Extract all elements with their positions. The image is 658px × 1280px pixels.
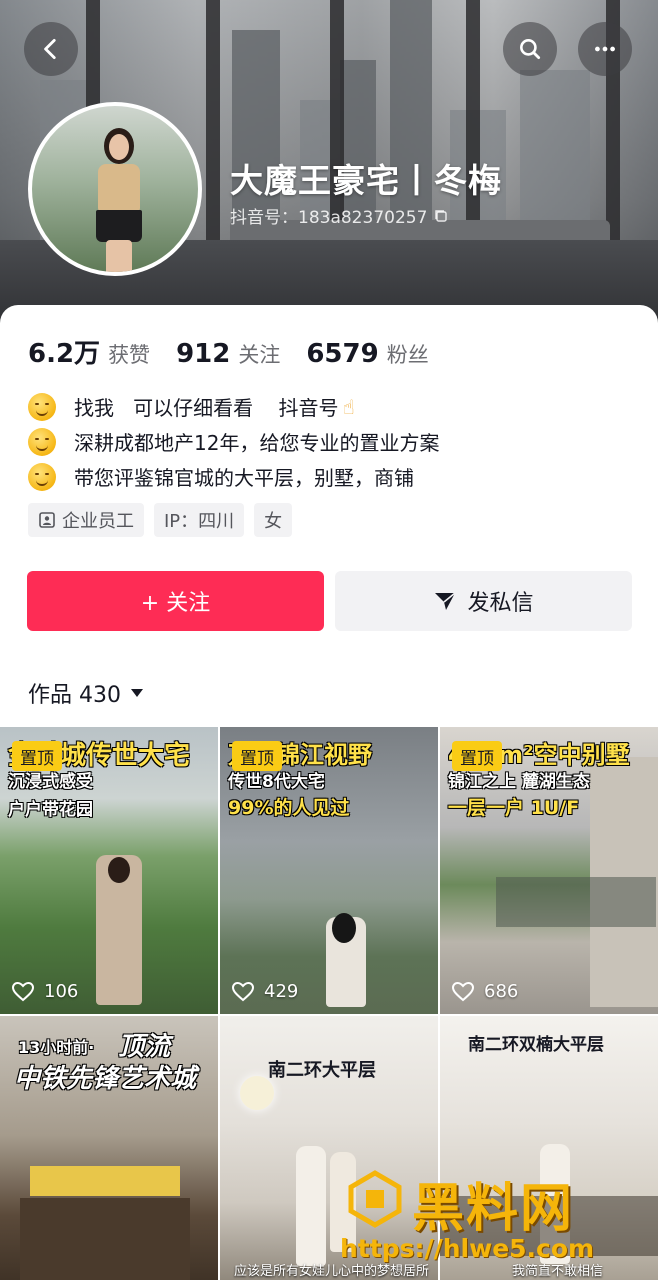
follow-label: + 关注	[140, 591, 211, 616]
video-caption: 99%的人见过	[228, 797, 350, 819]
pinned-badge: 置顶	[232, 741, 282, 771]
follow-button[interactable]: + 关注	[27, 571, 324, 631]
send-message-button[interactable]: 发私信	[335, 571, 632, 631]
video-caption: 南二环大平层	[268, 1060, 376, 1081]
profile-stats: 6.2万 获赞 912 关注 6579 粉丝	[28, 333, 455, 370]
stat-following-label: 关注	[238, 343, 281, 367]
tag-gender: 女	[254, 503, 293, 537]
tag-label: 女	[264, 511, 283, 532]
send-icon	[435, 592, 456, 610]
works-tab[interactable]: 作品 430	[28, 677, 145, 709]
douyin-id-text: 抖音号：183a82370257	[230, 208, 428, 228]
bio-line: 深耕成都地产12年，给您专业的置业方案	[28, 424, 439, 459]
stat-likes-label: 获赞	[108, 343, 151, 367]
tag-employee[interactable]: 企业员工	[28, 503, 144, 537]
smile-emoji-icon	[28, 427, 56, 456]
back-button[interactable]	[24, 22, 78, 76]
works-tab-label: 作品 430	[28, 683, 121, 708]
heart-icon	[12, 981, 34, 1001]
watermark-url: https://hlwe5.com	[340, 1234, 595, 1263]
stat-followers-label: 粉丝	[386, 343, 429, 367]
stat-following-value: 912	[176, 339, 231, 369]
more-dots-icon	[595, 46, 615, 52]
badge-icon	[39, 512, 55, 528]
video-caption: 户户带花园	[8, 800, 93, 820]
more-button[interactable]	[578, 22, 632, 76]
heart-icon	[452, 981, 474, 1001]
video-tile[interactable]: 13小时前· 顶流 中铁先锋艺术城	[0, 1016, 218, 1280]
stat-following[interactable]: 912 关注	[176, 339, 280, 369]
video-likes: 106	[12, 981, 78, 1002]
smile-emoji-icon	[28, 392, 56, 421]
search-icon	[520, 39, 541, 60]
tag-label: 企业员工	[62, 511, 134, 532]
bio-text: 带您评鉴锦官城的大平层，别墅，商铺	[74, 466, 414, 490]
video-tile[interactable]: 460m²空中别墅 锦江之上 麓湖生态 一层一户 1U/F 置顶 686	[440, 727, 658, 1014]
likes-count: 106	[44, 981, 79, 1002]
video-likes: 429	[232, 981, 298, 1002]
stat-followers-value: 6579	[306, 339, 379, 369]
video-tile[interactable]: 万光锦江视野 传世8代大宅 99%的人见过 置顶 429	[220, 727, 438, 1014]
profile-tags: 企业员工 IP：四川 女	[28, 503, 293, 537]
video-caption: 一层一户 1U/F	[448, 797, 580, 819]
watermark: 黑料网 https://hlwe5.com	[340, 1160, 658, 1280]
search-button[interactable]	[503, 22, 557, 76]
caret-down-icon	[131, 689, 143, 697]
pinned-badge: 置顶	[452, 741, 502, 771]
stat-likes-value: 6.2万	[28, 339, 101, 369]
copy-icon[interactable]	[433, 208, 449, 224]
profile-info-card: 6.2万 获赞 912 关注 6579 粉丝 找我 可以仔细看看 抖音号 ☝ 深…	[0, 305, 658, 725]
stat-likes[interactable]: 6.2万 获赞	[28, 333, 150, 370]
pinned-badge: 置顶	[12, 741, 62, 771]
avatar[interactable]	[28, 102, 202, 276]
bio-line: 找我 可以仔细看看 抖音号 ☝	[28, 389, 439, 424]
watermark-logo-icon	[348, 1170, 402, 1228]
profile-nickname: 大魔王豪宅丨冬梅	[230, 161, 502, 200]
video-caption: 中铁先锋艺术城	[14, 1064, 197, 1094]
douyin-id[interactable]: 抖音号：183a82370257	[230, 203, 449, 228]
bio-text: 深耕成都地产12年，给您专业的置业方案	[74, 431, 440, 455]
stat-followers[interactable]: 6579 粉丝	[306, 339, 428, 369]
video-caption: 南二环双楠大平层	[468, 1035, 604, 1055]
smile-emoji-icon	[28, 462, 56, 491]
video-likes: 686	[452, 981, 518, 1002]
chevron-left-icon	[44, 38, 56, 60]
tag-ip: IP：四川	[154, 503, 245, 537]
heart-icon	[232, 981, 254, 1001]
video-caption: 13小时前·	[18, 1038, 95, 1057]
send-message-label: 发私信	[467, 591, 534, 616]
video-tile[interactable]: 金融城传世大宅 沉浸式感受 户户带花园 置顶 106	[0, 727, 218, 1014]
watermark-brand: 黑料网	[412, 1179, 575, 1239]
profile-bio: 找我 可以仔细看看 抖音号 ☝ 深耕成都地产12年，给您专业的置业方案 带您评鉴…	[28, 389, 439, 494]
pointing-hand-icon: ☝	[342, 394, 355, 419]
likes-count: 686	[484, 981, 519, 1002]
bio-text: 找我 可以仔细看看 抖音号	[74, 396, 339, 420]
likes-count: 429	[264, 981, 299, 1002]
bio-line: 带您评鉴锦官城的大平层，别墅，商铺	[28, 459, 439, 494]
tag-label: IP：四川	[164, 511, 235, 532]
